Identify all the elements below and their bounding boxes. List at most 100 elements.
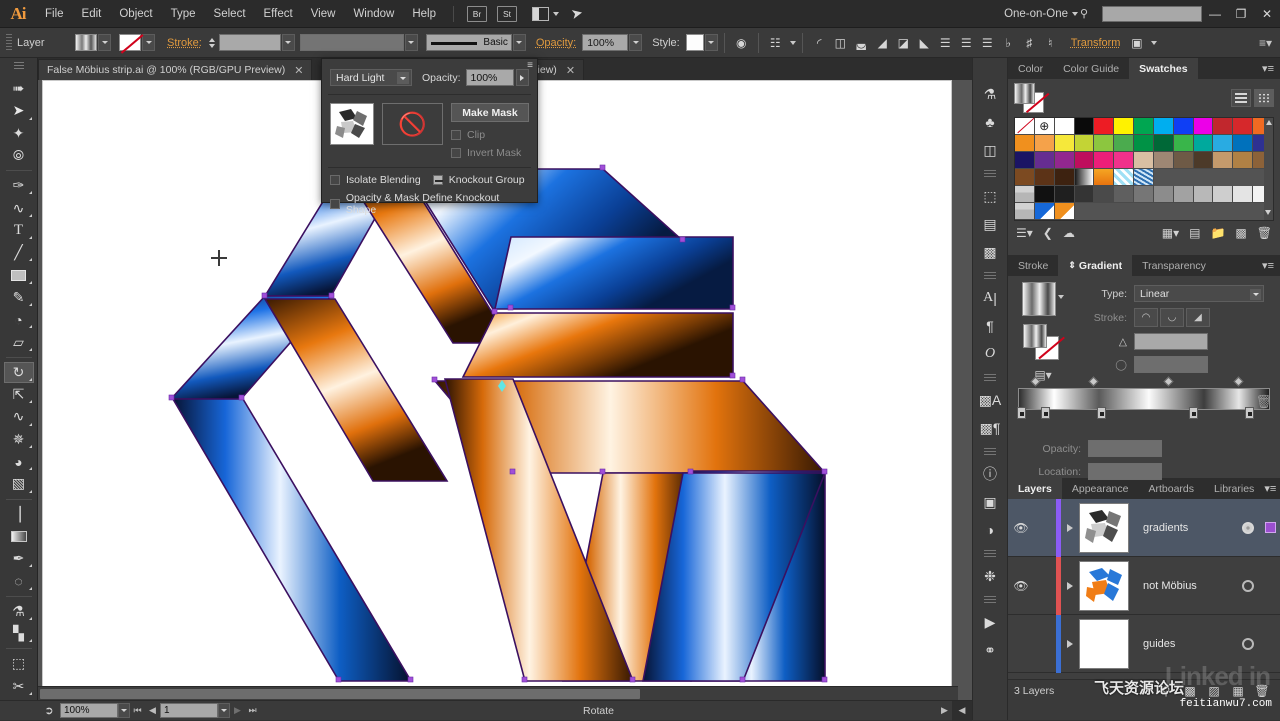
gradient-stop[interactable] <box>1041 407 1050 419</box>
magic-wand-tool[interactable]: ✦ <box>4 123 34 144</box>
menu-help[interactable]: Help <box>403 0 445 28</box>
transform-label[interactable]: Transform <box>1071 37 1121 49</box>
align-top-icon[interactable]: ◢ <box>873 33 892 52</box>
gradient-ramp[interactable] <box>1017 388 1270 419</box>
swatch-cell[interactable] <box>1213 118 1234 135</box>
shaper-tool[interactable]: ◔ <box>4 309 34 330</box>
transform-options-icon[interactable]: ▣ <box>1127 33 1146 52</box>
symbols-icon[interactable]: ♣ <box>976 108 1004 136</box>
make-mask-button[interactable]: Make Mask <box>451 103 529 122</box>
align-center-horizontal-icon[interactable]: ◫ <box>831 33 850 52</box>
gradient-slider[interactable]: 🗑 <box>1017 376 1272 430</box>
stroke-weight-control[interactable] <box>208 34 295 51</box>
tools-panel-grip[interactable] <box>14 62 24 70</box>
search-input[interactable] <box>1102 5 1202 22</box>
artboard-field[interactable]: 1 <box>160 703 218 718</box>
recolor-artwork-icon[interactable]: ◉ <box>732 33 751 52</box>
workspace-switcher[interactable]: One-on-One <box>998 8 1084 20</box>
distribute-top-icon[interactable]: ☰ <box>936 33 955 52</box>
distribute-bottom-icon[interactable]: ☰ <box>978 33 997 52</box>
swatch-cell[interactable] <box>1114 118 1135 135</box>
panel-menu-icon[interactable]: ▾≡ <box>1262 62 1280 75</box>
scrollbar-thumb[interactable] <box>40 689 640 699</box>
stroke-weight-field[interactable] <box>218 34 281 51</box>
swatch-cell[interactable] <box>1054 186 1075 203</box>
swatch-cell[interactable] <box>1034 203 1055 220</box>
menu-view[interactable]: View <box>302 0 345 28</box>
knockout-group-checkbox[interactable] <box>432 175 443 185</box>
gradient-stop[interactable] <box>1017 407 1026 419</box>
dock-group-grip[interactable] <box>984 374 996 382</box>
transparency-popup-panel[interactable]: ≡ Hard Light Opacity: 100% 🚫 Make Mask C… <box>321 58 538 216</box>
swatch-cell[interactable] <box>1193 186 1214 203</box>
align-icon[interactable]: ▤ <box>976 210 1004 238</box>
mask-thumbnail[interactable]: 🚫 <box>382 103 443 145</box>
style-dropdown-icon[interactable] <box>704 34 718 51</box>
swatch-cell[interactable] <box>1015 118 1035 135</box>
tab-artboards[interactable]: Artboards <box>1139 478 1205 499</box>
minimize-button[interactable]: — <box>1202 0 1228 28</box>
swatch-cell[interactable] <box>1074 186 1095 203</box>
first-artboard-icon[interactable]: ⏮ <box>130 703 145 719</box>
character-icon[interactable]: A | <box>976 284 1004 312</box>
align-right-icon[interactable]: ◛ <box>852 33 871 52</box>
swatch-cell[interactable] <box>1193 118 1214 135</box>
layer-target-indicator[interactable] <box>1236 637 1260 650</box>
stock-button[interactable]: St <box>497 5 517 22</box>
color-link-icon[interactable]: ❮ <box>1043 226 1053 240</box>
rotate-tool[interactable]: ↻ <box>3 361 34 383</box>
brushes-icon[interactable]: ⚗ <box>976 80 1004 108</box>
eraser-tool[interactable]: ▱ <box>4 331 34 352</box>
swatches-grid-container[interactable] <box>1014 117 1274 221</box>
layer-row-not-mobius[interactable]: 👁 not Möbius <box>1008 556 1280 615</box>
last-artboard-icon[interactable]: ⏭ <box>245 703 260 719</box>
swatch-cell[interactable] <box>1153 135 1174 152</box>
gradient-tool[interactable] <box>4 526 34 547</box>
dock-group-grip[interactable] <box>984 272 996 280</box>
distribute-center-icon[interactable]: ☰ <box>957 33 976 52</box>
swatch-cell[interactable] <box>1134 135 1154 152</box>
tab-color-guide[interactable]: Color Guide <box>1053 58 1129 79</box>
lasso-tool[interactable]: ⦾ <box>4 145 34 166</box>
layer-row-gradients[interactable]: 👁 gradients <box>1008 498 1280 557</box>
opacity-field[interactable]: 100% <box>582 34 629 51</box>
mesh-tool[interactable]: ⎟ <box>4 503 34 524</box>
control-panel-menu-icon[interactable]: ≡▾ <box>1259 36 1272 50</box>
artwork-thumbnail[interactable] <box>330 103 374 145</box>
swatch-cell[interactable] <box>1034 118 1055 135</box>
type-tool[interactable]: T <box>4 220 34 241</box>
swatch-cell[interactable] <box>1173 135 1194 152</box>
chevron-down-icon[interactable] <box>1250 289 1261 300</box>
tab-transparency[interactable]: Transparency <box>1132 255 1216 276</box>
scroll-down-icon[interactable] <box>1265 210 1271 215</box>
swatch-cell[interactable] <box>1193 152 1214 169</box>
grid-view-button[interactable] <box>1254 89 1274 107</box>
menu-window[interactable]: Window <box>344 0 403 28</box>
swatch-cell[interactable] <box>1173 152 1194 169</box>
fill-swatch[interactable] <box>75 34 97 51</box>
tab-layers[interactable]: Layers <box>1008 478 1062 499</box>
separation-preview-icon[interactable]: ◑ <box>976 516 1004 544</box>
popup-opacity-field[interactable]: 100% <box>465 69 514 86</box>
swatch-cell[interactable] <box>1054 118 1075 135</box>
stroke-within-button[interactable]: ◠ <box>1134 308 1158 327</box>
swatch-cell[interactable] <box>1034 186 1055 203</box>
layer-expand-icon[interactable] <box>1061 639 1079 648</box>
slice-tool[interactable]: ✂ <box>4 675 34 696</box>
clip-checkbox-row[interactable]: Clip <box>451 129 529 141</box>
width-tool[interactable]: ∿ <box>4 406 34 427</box>
swatch-cell[interactable] <box>1074 169 1095 186</box>
gradient-stop[interactable] <box>1097 407 1106 419</box>
tab-stroke[interactable]: Stroke <box>1008 255 1058 276</box>
swatch-cell[interactable] <box>1114 152 1135 169</box>
layers-shortcut-icon[interactable]: ◫ <box>976 136 1004 164</box>
new-swatch-icon[interactable]: ▩ <box>1235 226 1246 240</box>
fill-dropdown-icon[interactable] <box>98 34 111 51</box>
actions-icon[interactable]: ▶ <box>976 608 1004 636</box>
column-graph-tool[interactable]: ▚ <box>4 623 34 644</box>
status-collapse-icon[interactable]: ◀ <box>952 700 972 721</box>
swatch-cell[interactable] <box>1213 135 1234 152</box>
shape-builder-tool[interactable]: ◕ <box>4 451 34 472</box>
swatch-cell[interactable] <box>1114 135 1135 152</box>
free-transform-tool[interactable]: ✵ <box>4 429 34 450</box>
